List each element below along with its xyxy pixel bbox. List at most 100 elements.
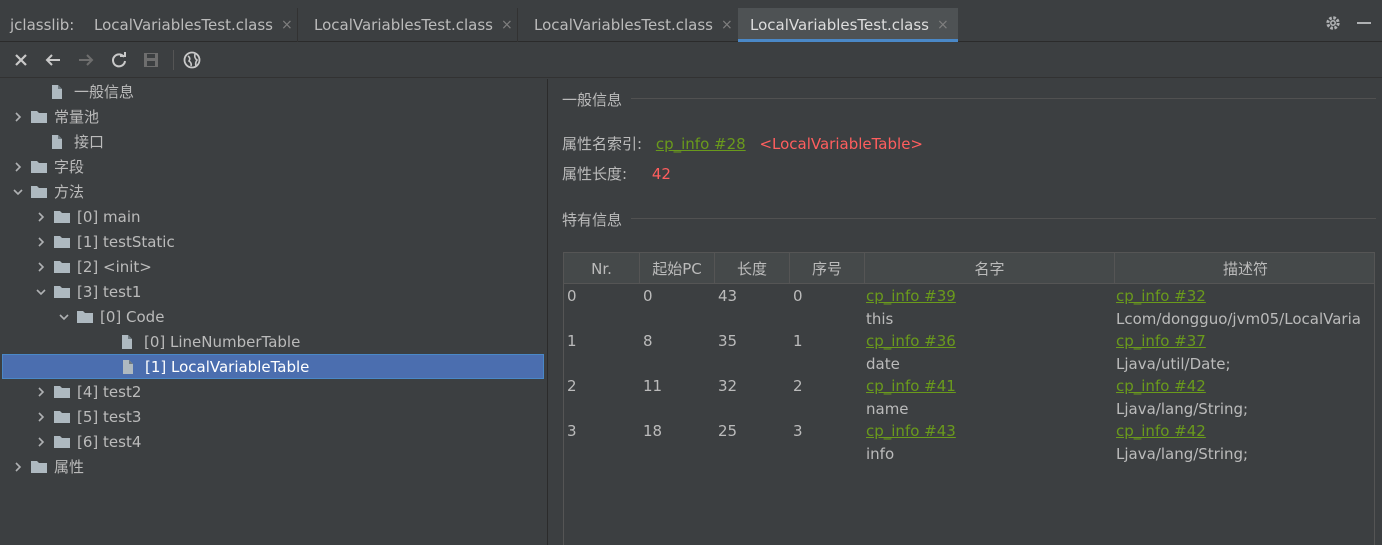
tree-item-method-main[interactable]: [0] main [0,204,141,229]
tree-item-label: 属性 [54,458,85,476]
chevron-right-icon[interactable] [33,259,49,275]
cell-descriptor: Ljava/lang/String; [1116,400,1249,418]
tab-close-icon[interactable]: × [281,17,293,33]
chevron-right-icon[interactable] [33,384,49,400]
tree-item-methods[interactable]: 方法 [0,179,84,204]
column-header-descriptor[interactable]: 描述符 [1115,253,1376,284]
tree-item-label: [0] main [77,207,141,226]
attribute-name-value: <LocalVariableTable> [759,135,923,153]
tree-item-interfaces[interactable]: 接口 [0,129,104,154]
tree-item-method-test2[interactable]: [4] test2 [0,379,141,404]
tree-item-fields[interactable]: 字段 [0,154,84,179]
local-variable-table: Nr. 起始PC 长度 序号 名字 描述符 0 0 43 0 cp_info #39 th… [563,252,1375,545]
chevron-right-icon[interactable] [10,459,26,475]
table-row[interactable]: 1 8 35 1 cp_info #36 date cp_info #37 Ljava/uti… [564,332,1374,377]
cell-name-link[interactable]: cp_info #43 [866,422,956,440]
tab-close-icon[interactable]: × [501,17,513,33]
tab-label: LocalVariablesTest.class [94,16,273,34]
attribute-name-index-link[interactable]: cp_info #28 [656,135,746,153]
tree-item-constant-pool[interactable]: 常量池 [0,104,99,129]
chevron-right-icon[interactable] [33,209,49,225]
class-structure-tree: 一般信息常量池接口 字段方法 [0] main [1] testStatic [2] <… [0,79,548,545]
tree-item-code[interactable]: [0] Code [0,304,164,329]
tree-item-attributes[interactable]: 属性 [0,454,84,479]
tree-item-localvariabletable[interactable]: [1] LocalVariableTable [2,354,544,379]
section-divider [631,98,1376,99]
cell-name-link[interactable]: cp_info #41 [866,377,956,395]
refresh-icon[interactable] [108,49,130,71]
chevron-right-icon[interactable] [33,234,49,250]
tree-item-linenumbertable[interactable]: [0] LineNumberTable [0,329,300,354]
tree-item-label: [0] LineNumberTable [144,332,301,351]
tab-label: LocalVariablesTest.class [750,16,929,34]
tree-item-label: [1] testStatic [77,232,175,251]
cell-name-link[interactable]: cp_info #36 [866,332,956,350]
tab-localvariablestest-1[interactable]: LocalVariablesTest.class × [82,8,293,42]
cell-descriptor-link[interactable]: cp_info #42 [1116,377,1206,395]
tree-item-general-info[interactable]: 一般信息 [0,79,134,104]
back-arrow-icon[interactable] [42,49,64,71]
cell-length: 25 [718,422,738,440]
cell-length: 32 [718,377,738,395]
forward-arrow-icon[interactable] [75,49,97,71]
tab-localvariablestest-3[interactable]: LocalVariablesTest.class × [522,8,736,42]
tree-item-method-test1[interactable]: [3] test1 [0,279,141,304]
chevron-right-icon[interactable] [10,109,26,125]
cell-start-pc: 18 [643,422,663,440]
browser-globe-icon[interactable] [181,49,203,71]
tree-item-label: [2] <init> [77,257,152,276]
cell-descriptor-link[interactable]: cp_info #37 [1116,332,1206,350]
chevron-right-icon[interactable] [33,409,49,425]
gear-icon[interactable] [1324,14,1342,37]
cell-descriptor: Lcom/dongguo/jvm05/LocalVarial [1116,310,1362,328]
tree-item-label: [4] test2 [77,382,142,401]
cell-start-pc: 8 [643,332,653,350]
cell-nr: 0 [567,287,577,305]
chevron-down-icon[interactable] [33,284,49,300]
tree-item-label: [5] test3 [77,407,142,426]
attribute-length-label: 属性长度: [562,165,628,183]
chevron-down-icon[interactable] [10,184,26,200]
tab-close-icon[interactable]: × [721,17,733,33]
chevron-right-icon[interactable] [10,159,26,175]
table-row[interactable]: 2 11 32 2 cp_info #41 name cp_info #42 Ljava/la… [564,377,1374,422]
tree-item-label: [6] test4 [77,432,142,451]
column-header-nr[interactable]: Nr. [564,253,640,284]
file-icon [120,334,138,350]
folder-icon [30,184,48,200]
table-row[interactable]: 0 0 43 0 cp_info #39 this cp_info #32 Lcom/dong… [564,287,1374,332]
tab-localvariablestest-2[interactable]: LocalVariablesTest.class × [302,8,516,42]
toolbar-separator [173,50,174,70]
minimize-icon[interactable] [1356,14,1372,37]
tree-item-method-test4[interactable]: [6] test4 [0,429,141,454]
section-divider [631,218,1376,219]
tab-divider [517,8,518,42]
tree-item-method-test3[interactable]: [5] test3 [0,404,141,429]
cell-name: name [866,400,909,418]
close-icon[interactable] [10,49,32,71]
cell-descriptor-link[interactable]: cp_info #42 [1116,422,1206,440]
column-header-name[interactable]: 名字 [865,253,1115,284]
tab-localvariablestest-active[interactable]: LocalVariablesTest.class × [738,8,958,42]
table-header: Nr. 起始PC 长度 序号 名字 描述符 [564,253,1374,284]
cell-name-link[interactable]: cp_info #39 [866,287,956,305]
column-header-index[interactable]: 序号 [790,253,865,284]
chevron-down-icon[interactable] [56,309,72,325]
table-row[interactable]: 3 18 25 3 cp_info #43 info cp_info #42 Ljava/la… [564,422,1374,467]
chevron-right-icon[interactable] [33,434,49,450]
tree-item-method-init[interactable]: [2] <init> [0,254,152,279]
save-icon[interactable] [140,49,162,71]
tree-item-method-teststatic[interactable]: [1] testStatic [0,229,175,254]
tree-item-label: 方法 [54,183,85,201]
cell-length: 35 [718,332,738,350]
cell-descriptor-link[interactable]: cp_info #32 [1116,287,1206,305]
folder-icon [76,309,94,325]
folder-icon [53,434,71,450]
cell-name: info [866,445,895,463]
cell-length: 43 [718,287,738,305]
tree-item-label: 一般信息 [74,83,135,101]
column-header-length[interactable]: 长度 [715,253,790,284]
tree-item-label: 常量池 [54,108,100,126]
column-header-start-pc[interactable]: 起始PC [640,253,715,284]
tab-close-icon[interactable]: × [937,17,949,33]
